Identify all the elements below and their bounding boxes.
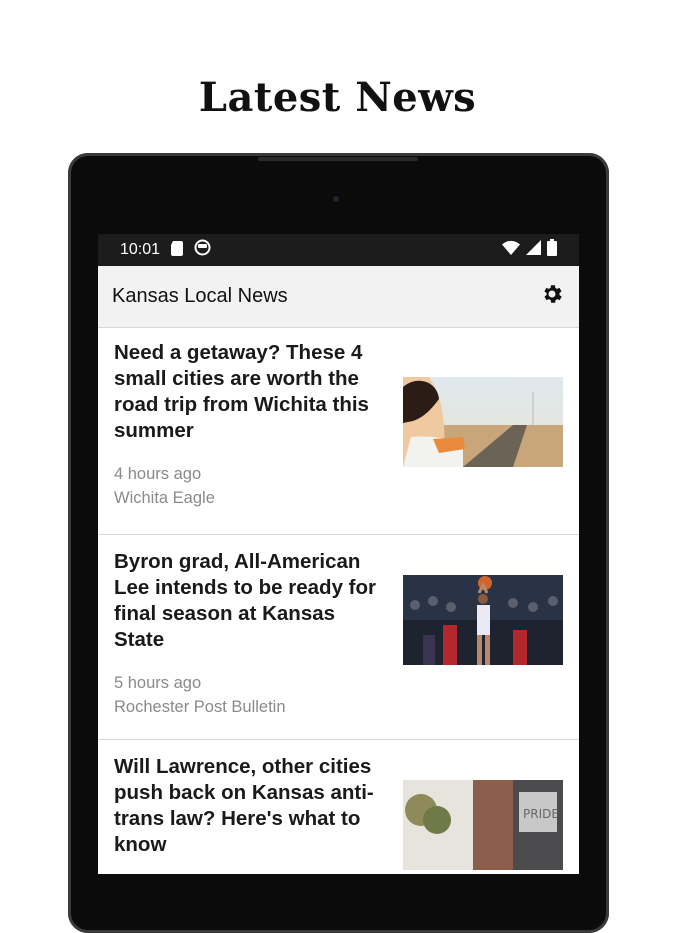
svg-text:PRIDE: PRIDE [523,807,559,821]
app-bar: Kansas Local News [98,266,579,328]
page-headline: Latest News [198,74,477,121]
app-title: Kansas Local News [112,285,288,307]
article-title: Will Lawrence, other cities push back on… [114,755,374,856]
article-thumbnail: PRIDE [403,780,563,870]
tablet-device-frame: 10:01 Kansas Local News Need a getaway? … [68,153,609,933]
device-speaker [258,157,418,161]
article-source: Wichita Eagle [114,489,215,507]
news-article-item[interactable]: Need a getaway? These 4 small cities are… [98,328,579,535]
gear-icon [540,282,564,311]
status-time: 10:01 [120,241,161,258]
sd-card-icon [170,240,184,261]
article-thumbnail [403,575,563,665]
wifi-icon [502,240,520,260]
battery-icon [547,239,557,261]
device-camera [333,196,339,202]
article-time: 5 hours ago [114,674,202,692]
article-title: Need a getaway? These 4 small cities are… [114,341,369,442]
status-bar: 10:01 [98,234,579,266]
cell-signal-icon [526,240,541,260]
settings-button[interactable] [539,284,565,310]
notification-face-icon [194,239,211,261]
news-article-item[interactable]: Byron grad, All-American Lee intends to … [98,535,579,740]
app-screen: 10:01 Kansas Local News Need a getaway? … [98,234,579,874]
news-article-item[interactable]: Will Lawrence, other cities push back on… [98,740,579,874]
article-title: Byron grad, All-American Lee intends to … [114,550,376,651]
article-thumbnail [403,377,563,467]
article-source: Rochester Post Bulletin [114,698,286,716]
